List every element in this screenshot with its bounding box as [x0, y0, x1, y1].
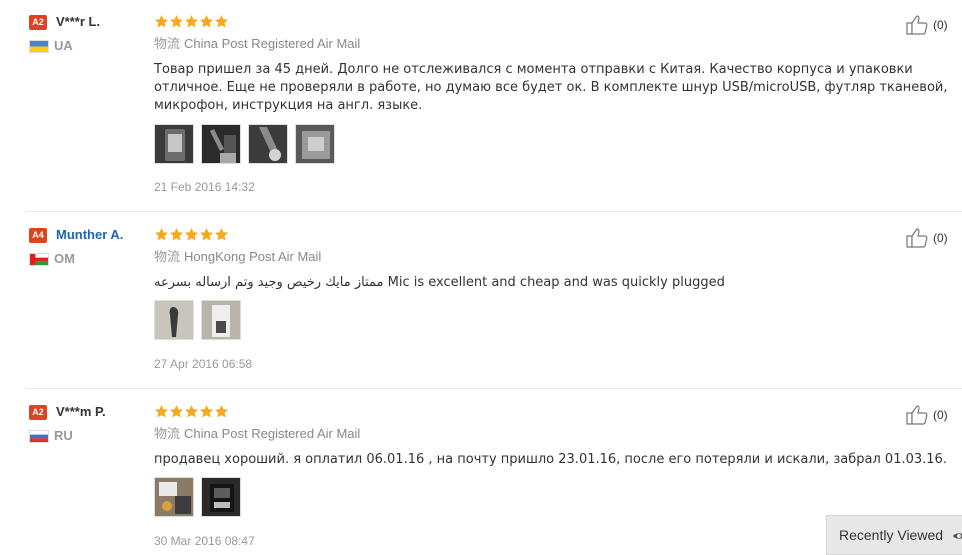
- logistics-label: 物流: [154, 250, 181, 265]
- star-rating: [154, 14, 229, 30]
- star-icon: [184, 227, 199, 241]
- review-photo-thumbnail[interactable]: [201, 124, 241, 164]
- review-divider: [26, 211, 962, 212]
- helpful-count: (0): [933, 408, 948, 422]
- reviewer-name: V***r L.: [56, 14, 101, 29]
- review-photo-thumbnail[interactable]: [154, 300, 194, 340]
- reviewer-name: V***m P.: [56, 404, 106, 419]
- star-icon: [169, 14, 184, 28]
- logistics-method: China Post Registered Air Mail: [184, 36, 361, 51]
- reviewer-name[interactable]: Munther A.: [56, 227, 123, 243]
- helpful-button[interactable]: (0): [905, 14, 960, 36]
- star-icon: [214, 404, 229, 418]
- star-icon: [184, 14, 199, 28]
- review-photo-thumbnail[interactable]: [295, 124, 335, 164]
- logistics-method: China Post Registered Air Mail: [184, 426, 361, 441]
- russia-flag-icon: [29, 430, 49, 443]
- review-photo-thumbnail[interactable]: [201, 300, 241, 340]
- star-icon: [154, 404, 169, 418]
- logistics-label: 物流: [154, 37, 181, 52]
- helpful-button[interactable]: (0): [905, 404, 960, 426]
- star-rating: [154, 404, 229, 420]
- recently-viewed-label: Recently Viewed: [839, 527, 944, 543]
- logistics-method: HongKong Post Air Mail: [184, 249, 322, 264]
- buyer-level-badge: A2: [29, 15, 47, 30]
- recently-viewed-button[interactable]: Recently Viewed: [826, 515, 962, 555]
- review-photo-thumbnail[interactable]: [154, 477, 194, 517]
- helpful-button[interactable]: (0): [905, 227, 960, 249]
- logistics-label: 物流: [154, 427, 181, 442]
- buyer-level-badge: A4: [29, 228, 47, 243]
- buyer-level-badge: A2: [29, 405, 47, 420]
- logistics-info: 物流 HongKong Post Air Mail: [154, 249, 321, 266]
- logistics-info: 物流 China Post Registered Air Mail: [154, 426, 360, 443]
- thumbs-up-icon: [906, 405, 928, 425]
- eye-icon: [953, 533, 962, 539]
- star-icon: [199, 227, 214, 241]
- star-icon: [169, 404, 184, 418]
- star-rating: [154, 227, 229, 243]
- helpful-count: (0): [933, 18, 948, 32]
- star-icon: [184, 404, 199, 418]
- star-icon: [214, 14, 229, 28]
- review-photo-thumbnail[interactable]: [154, 124, 194, 164]
- star-icon: [214, 227, 229, 241]
- review-text: ممتاز مايك رخيص وجيد وتم ارساله بسرعه Mi…: [154, 275, 725, 290]
- ukraine-flag-icon: [29, 40, 49, 53]
- star-icon: [199, 14, 214, 28]
- helpful-count: (0): [933, 231, 948, 245]
- review-date: 21 Feb 2016 14:32: [154, 180, 255, 194]
- review-text: продавец хороший. я оплатил 06.01.16 , н…: [154, 452, 947, 467]
- star-icon: [199, 404, 214, 418]
- review-date: 30 Mar 2016 08:47: [154, 534, 255, 548]
- reviewer-country: UA: [54, 38, 73, 53]
- review-photo-thumbnail[interactable]: [201, 477, 241, 517]
- review-photo-thumbnail[interactable]: [248, 124, 288, 164]
- thumbs-up-icon: [906, 15, 928, 35]
- logistics-info: 物流 China Post Registered Air Mail: [154, 36, 360, 53]
- thumbs-up-icon: [906, 228, 928, 248]
- star-icon: [154, 227, 169, 241]
- star-icon: [169, 227, 184, 241]
- review-date: 27 Apr 2016 06:58: [154, 357, 253, 371]
- reviewer-country: RU: [54, 428, 73, 443]
- reviewer-country: OM: [54, 251, 75, 266]
- review-text: Товар пришел за 45 дней. Долго не отслеж…: [154, 62, 948, 113]
- review-divider: [26, 388, 962, 389]
- star-icon: [154, 14, 169, 28]
- oman-flag-icon: [29, 253, 49, 266]
